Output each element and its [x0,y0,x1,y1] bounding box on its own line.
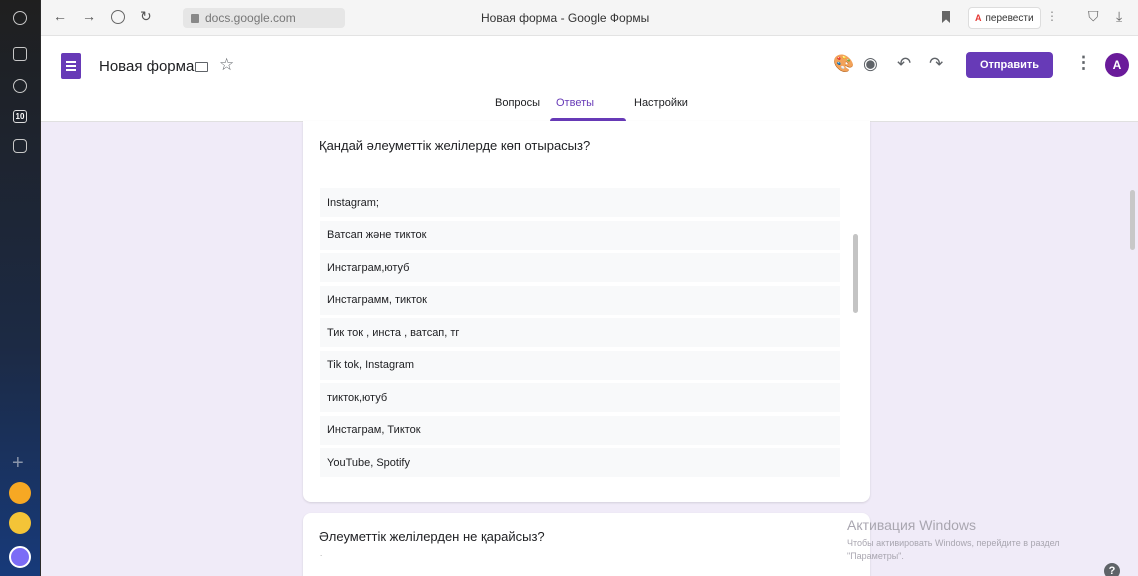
watermark-title: Активация Windows [847,517,977,533]
redo-icon[interactable]: ↷ [929,54,943,74]
add-panel-icon[interactable]: + [12,452,24,475]
answer-item: Ватсап және тикток [320,220,840,250]
mail-app-icon[interactable] [9,482,31,504]
answer-preview: . [320,549,323,558]
answer-item: Instagram; [320,188,840,217]
lock-icon [191,13,199,23]
windows-activation-watermark: Активация Windows Чтобы активировать Win… [847,517,1117,563]
question-card: Қандай әлеуметтік желілерде көп отырасыз… [303,121,870,502]
url-text: docs.google.com [205,11,296,25]
palette-icon[interactable]: 🎨 [833,54,854,74]
bookmark-icon[interactable] [942,11,950,23]
answer-list[interactable]: Instagram; Ватсап және тикток Инстаграм,… [320,188,840,481]
protect-icon[interactable]: ⛉ [1088,8,1099,25]
browser-toolbar: ← → ↻ docs.google.com Новая форма - Goog… [41,0,1138,36]
form-title[interactable]: Новая форма [99,58,194,75]
answer-item: Инстаграм, Тикток [320,415,840,445]
translate-icon: A [975,13,982,23]
star-icon[interactable]: ☆ [219,55,234,75]
help-icon[interactable]: ? [1104,563,1120,576]
send-button[interactable]: Отправить [966,52,1053,78]
more-options-icon[interactable]: ⋮ [1075,53,1092,73]
collections-icon[interactable] [10,44,30,64]
forms-logo-icon[interactable] [61,53,81,79]
gallery-icon[interactable] [10,136,30,156]
translate-label: перевести [985,12,1034,24]
back-arrow-icon[interactable]: ← [53,8,67,24]
answer-item: тикток,ютуб [320,383,840,412]
folder-icon[interactable] [195,62,208,72]
address-bar[interactable]: docs.google.com [183,8,345,28]
answer-item: Тик ток , инста , ватсап, тг [320,318,840,347]
watermark-line: "Параметры". [847,551,904,561]
avatar[interactable]: A [1105,53,1129,77]
alice-assistant-icon[interactable] [9,546,31,568]
calendar-badge-icon[interactable]: 10 [10,106,30,126]
question-card: Әлеуметтік желілерден не қарайсыз? . [303,513,870,576]
undo-icon[interactable]: ↶ [897,54,911,74]
history-icon[interactable] [10,8,30,28]
browser-sidebar: 10 + [0,0,40,576]
tab-responses[interactable]: Ответы [556,97,594,109]
yandex-logo-icon[interactable] [111,10,125,24]
preview-eye-icon[interactable]: ◉ [863,54,878,74]
tab-settings[interactable]: Настройки [634,97,688,109]
forms-header: Новая форма ☆ 🎨 ◉ ↶ ↷ Отправить ⋮ A Вопр… [41,36,1138,122]
messenger-app-icon[interactable] [9,512,31,534]
translate-button[interactable]: A перевести [968,7,1041,29]
translate-menu-icon[interactable]: ⋮ [1046,9,1058,23]
page-scrollbar[interactable] [1130,190,1135,250]
answer-item: YouTube, Spotify [320,448,840,477]
answers-scrollbar[interactable] [853,234,858,313]
reload-icon[interactable]: ↻ [140,8,152,25]
tab-questions[interactable]: Вопросы [495,97,540,109]
question-title: Қандай әлеуметтік желілерде көп отырасыз… [319,138,591,153]
answer-item: Инстаграм,ютуб [320,253,840,282]
watermark-line: Чтобы активировать Windows, перейдите в … [847,538,1060,548]
forward-arrow-icon[interactable]: → [82,8,96,24]
browser-tab-title: Новая форма - Google Формы [481,11,650,25]
question-title: Әлеуметтік желілерден не қарайсыз? [319,529,545,544]
watermark-text: Чтобы активировать Windows, перейдите в … [847,537,1117,563]
answer-item: Tik tok, Instagram [320,350,840,380]
video-icon[interactable] [10,76,30,96]
answer-item: Инстаграмм, тикток [320,285,840,315]
download-icon[interactable]: ⤓ [1116,8,1122,25]
